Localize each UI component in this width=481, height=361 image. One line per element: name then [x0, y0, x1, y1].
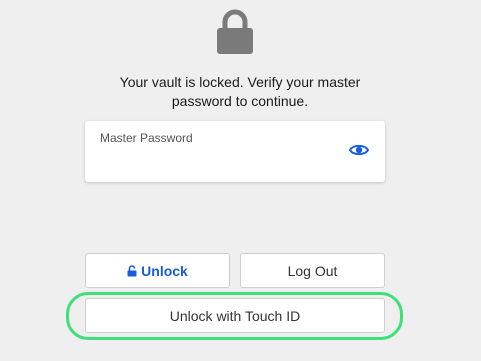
lock-icon: [216, 9, 254, 55]
master-password-input[interactable]: [100, 151, 340, 173]
locked-message-line1: Your vault is locked. Verify your master: [119, 74, 361, 90]
logout-button-label: Log Out: [287, 262, 338, 279]
master-password-label: Master Password: [100, 131, 193, 145]
unlock-button-label: Unlock: [141, 262, 188, 279]
toggle-password-visibility-button[interactable]: [347, 141, 371, 163]
unlock-button[interactable]: Unlock: [85, 253, 230, 288]
locked-message-line2: password to continue.: [171, 93, 309, 109]
eye-icon: [348, 143, 370, 162]
touch-id-button-label: Unlock with Touch ID: [169, 307, 301, 324]
master-password-card: Master Password: [85, 121, 385, 182]
logout-button[interactable]: Log Out: [240, 253, 385, 288]
locked-message: Your vault is locked. Verify your master…: [90, 73, 390, 111]
unlock-icon: [127, 264, 137, 277]
unlock-with-touch-id-button[interactable]: Unlock with Touch ID: [85, 298, 385, 333]
